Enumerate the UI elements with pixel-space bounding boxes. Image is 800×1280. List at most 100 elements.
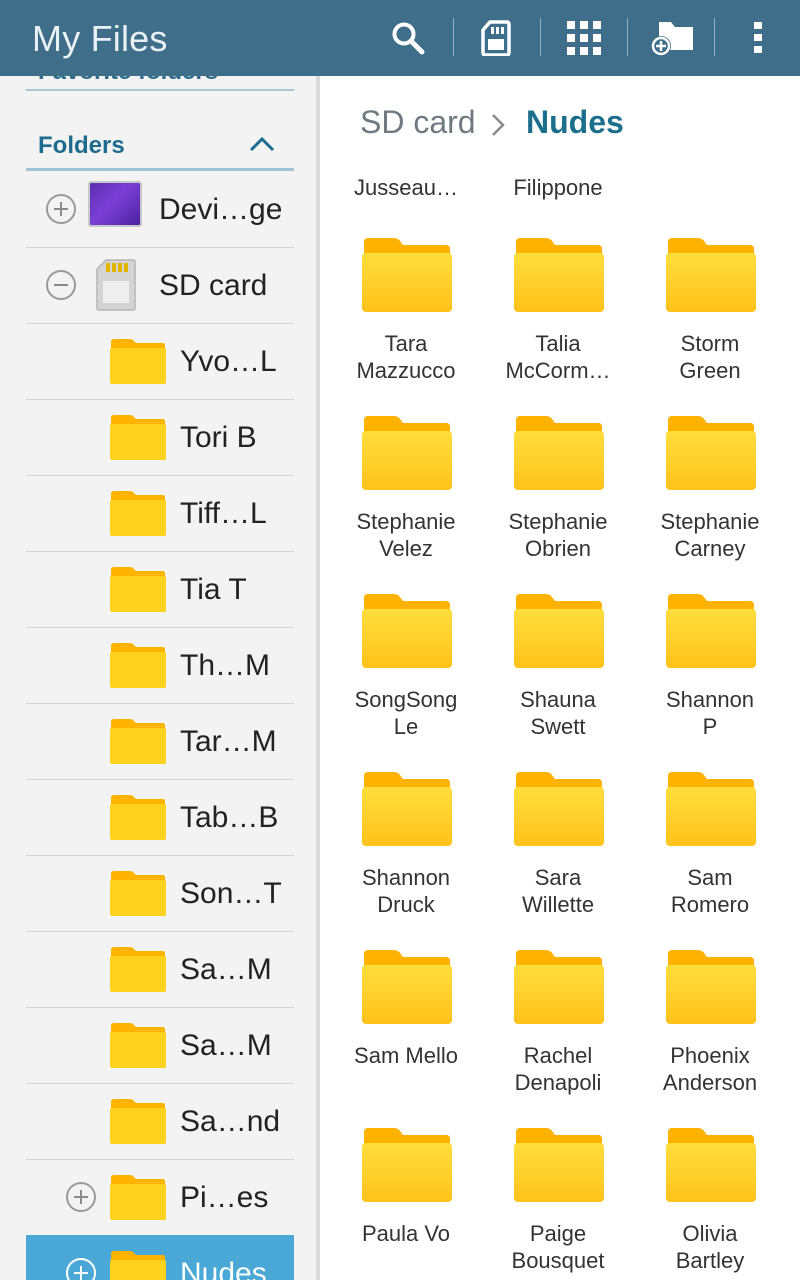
- tree-item[interactable]: Tiff…L: [26, 475, 294, 552]
- tree-item[interactable]: Th…M: [26, 627, 294, 704]
- tree-item-label: Yvo…L: [180, 345, 277, 378]
- folder-name: Talia McCorm…: [505, 331, 611, 383]
- sd-card-icon: [96, 259, 136, 311]
- tree-item[interactable]: SD card: [26, 247, 294, 324]
- folder-name: Sara Willette: [521, 865, 595, 917]
- folder-icon: [110, 947, 166, 992]
- folder-item[interactable]: Talia McCorm…: [482, 230, 634, 408]
- tree-item[interactable]: Tar…M: [26, 703, 294, 780]
- folder-icon: [362, 416, 452, 490]
- folder-name: Paige Bousquet: [511, 1221, 605, 1273]
- folder-item[interactable]: Stephanie Velez: [330, 408, 482, 586]
- folder-item[interactable]: Stephanie Carney: [634, 408, 786, 586]
- create-folder-icon: [651, 22, 693, 56]
- folder-name: SongSong Le: [354, 687, 458, 739]
- folder-item[interactable]: Rachel Denapoli: [482, 942, 634, 1120]
- tree-item[interactable]: Pi…es: [26, 1159, 294, 1236]
- folder-icon: [514, 950, 604, 1024]
- folder-icon: [666, 416, 756, 490]
- folder-name[interactable]: Filippone: [478, 174, 638, 201]
- expand-icon[interactable]: [66, 1182, 96, 1212]
- tree-item[interactable]: Tia T: [26, 551, 294, 628]
- folder-icon: [110, 415, 166, 460]
- folder-name: Olivia Bartley: [675, 1221, 745, 1273]
- folder-item[interactable]: Sara Willette: [482, 764, 634, 942]
- folder-icon: [110, 643, 166, 688]
- folder-item[interactable]: Stephanie Obrien: [482, 408, 634, 586]
- folder-icon: [110, 1175, 166, 1220]
- expand-icon[interactable]: [46, 194, 76, 224]
- tree-item-label: Pi…es: [180, 1181, 269, 1214]
- tree-item[interactable]: Tab…B: [26, 779, 294, 856]
- folder-item[interactable]: Paige Bousquet: [482, 1120, 634, 1280]
- breadcrumb-current[interactable]: Nudes: [526, 104, 624, 141]
- folder-item[interactable]: Paula Vo: [330, 1120, 482, 1280]
- folder-icon: [514, 772, 604, 846]
- folder-name: Sam Mello: [354, 1043, 458, 1068]
- sd-card-button[interactable]: [466, 10, 526, 66]
- favorite-folders-header[interactable]: Favorite folders: [38, 76, 218, 86]
- view-mode-button[interactable]: [554, 10, 614, 66]
- tree-item[interactable]: Nudes: [26, 1235, 294, 1280]
- folder-icon: [110, 1099, 166, 1144]
- chevron-right-icon: [492, 114, 505, 136]
- tree-item[interactable]: Devi…ge: [26, 171, 294, 248]
- folder-item[interactable]: Tara Mazzucco: [330, 230, 482, 408]
- tree-item[interactable]: Sa…nd: [26, 1083, 294, 1160]
- folder-icon: [110, 719, 166, 764]
- folder-tree-panel: Favorite folders Folders Devi…ge SD card Y…: [0, 76, 316, 1280]
- folder-icon: [514, 238, 604, 312]
- device-storage-icon: [88, 181, 142, 227]
- tree-item-label: Nudes: [180, 1257, 267, 1280]
- tree-item-label: Sa…M: [180, 953, 272, 986]
- tree-item[interactable]: Yvo…L: [26, 323, 294, 400]
- folder-item[interactable]: Olivia Bartley: [634, 1120, 786, 1280]
- toolbar-divider: [714, 18, 715, 56]
- app-bar: My Files: [0, 0, 800, 76]
- folder-name[interactable]: Jusseau…: [326, 174, 486, 201]
- folder-icon: [110, 491, 166, 536]
- folder-name: Sam Romero: [670, 865, 750, 917]
- folder-icon: [514, 594, 604, 668]
- folder-item[interactable]: Sam Romero: [634, 764, 786, 942]
- more-options-button[interactable]: [728, 10, 788, 66]
- chevron-up-icon[interactable]: [248, 134, 276, 154]
- tree-item[interactable]: Sa…M: [26, 1007, 294, 1084]
- folders-header[interactable]: Folders: [38, 132, 125, 160]
- view-grid-icon: [567, 21, 601, 55]
- tree-item[interactable]: Sa…M: [26, 931, 294, 1008]
- tree-item[interactable]: Son…T: [26, 855, 294, 932]
- folder-icon: [362, 594, 452, 668]
- folder-icon: [110, 871, 166, 916]
- folder-item[interactable]: Storm Green: [634, 230, 786, 408]
- tree-item-label: Son…T: [180, 877, 282, 910]
- tree-item-label: Devi…ge: [159, 193, 283, 226]
- breadcrumb-root[interactable]: SD card: [360, 104, 476, 141]
- search-button[interactable]: [378, 10, 438, 66]
- folder-icon: [110, 1251, 166, 1280]
- collapse-icon[interactable]: [46, 270, 76, 300]
- folder-icon: [110, 567, 166, 612]
- toolbar-divider: [453, 18, 454, 56]
- folder-item[interactable]: Shannon P: [634, 586, 786, 764]
- tree-item-label: Tori B: [180, 421, 257, 454]
- create-folder-button[interactable]: [641, 10, 701, 66]
- tree-item-label: Tab…B: [180, 801, 279, 834]
- folder-name: Stephanie Carney: [660, 509, 760, 561]
- folder-item[interactable]: Sam Mello: [330, 942, 482, 1120]
- app-title: My Files: [32, 18, 168, 59]
- folder-name: Shannon Druck: [361, 865, 451, 917]
- tree-item[interactable]: Tori B: [26, 399, 294, 476]
- folder-icon: [110, 1023, 166, 1068]
- folder-icon: [666, 238, 756, 312]
- folder-item[interactable]: Shannon Druck: [330, 764, 482, 942]
- tree-item-label: Tia T: [180, 573, 247, 606]
- folder-item[interactable]: SongSong Le: [330, 586, 482, 764]
- folder-name: Paula Vo: [361, 1221, 451, 1246]
- folder-icon: [514, 416, 604, 490]
- folder-item[interactable]: Phoenix Anderson: [634, 942, 786, 1120]
- folder-item[interactable]: Shauna Swett: [482, 586, 634, 764]
- sd-card-icon: [481, 20, 511, 56]
- expand-icon[interactable]: [66, 1258, 96, 1280]
- tree-item-label: Sa…nd: [180, 1105, 281, 1138]
